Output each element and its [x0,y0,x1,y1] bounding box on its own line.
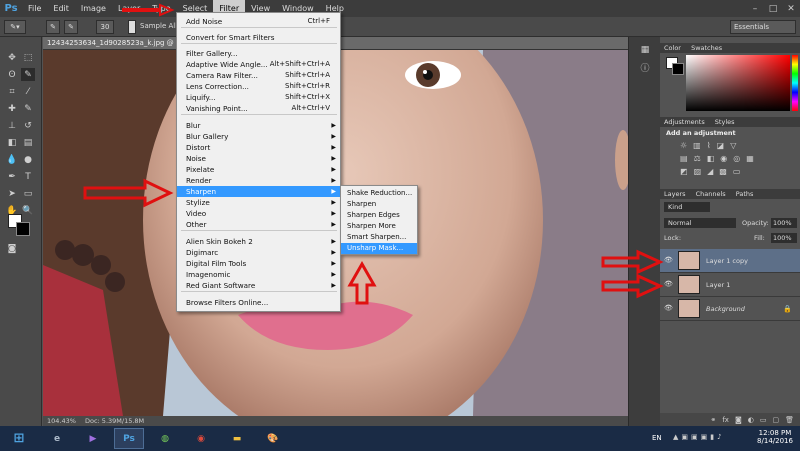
file-explorer-icon[interactable]: ▬ [222,428,252,449]
arrow-sharpen [83,178,174,208]
tray-icons: ▲ ▣ ▣ ▣ ▮ ♪ [673,433,722,441]
paint-icon[interactable]: 🎨 [258,428,288,449]
clock[interactable]: 12:08 PM 8/14/2016 [753,429,797,445]
tray-arrow-icon[interactable]: ▲ [673,433,678,441]
app-taskbar-icon[interactable]: ◍ [150,428,180,449]
tray-app-icon-2[interactable]: ▣ [691,433,698,441]
chrome-icon[interactable]: ◉ [186,428,216,449]
clock-time: 12:08 PM [758,429,792,437]
internet-explorer-icon[interactable]: e [42,428,72,449]
annotation-overlay [83,3,664,305]
volume-icon[interactable]: ♪ [717,433,721,441]
start-button-icon[interactable]: ⊞ [4,428,34,449]
windows-taskbar: ⊞ e ▶ Ps ◍ ◉ ▬ 🎨 EN ▲ ▣ ▣ ▣ ▮ ♪ 12:08 PM 8/14… [0,426,800,451]
visual-studio-icon[interactable]: ▶ [78,428,108,449]
language-indicator[interactable]: EN [652,434,662,442]
arrow-filter-menu [122,3,175,17]
arrow-unsharp-mask [347,260,377,305]
network-icon[interactable]: ▮ [710,433,714,441]
arrow-layer-1-copy [601,249,664,275]
photoshop-taskbar-icon[interactable]: Ps [114,428,144,449]
clock-date: 8/14/2016 [757,437,793,445]
tray-app-icon-3[interactable]: ▣ [701,433,708,441]
tray-app-icon[interactable]: ▣ [681,433,688,441]
arrow-layer-1 [601,273,664,299]
